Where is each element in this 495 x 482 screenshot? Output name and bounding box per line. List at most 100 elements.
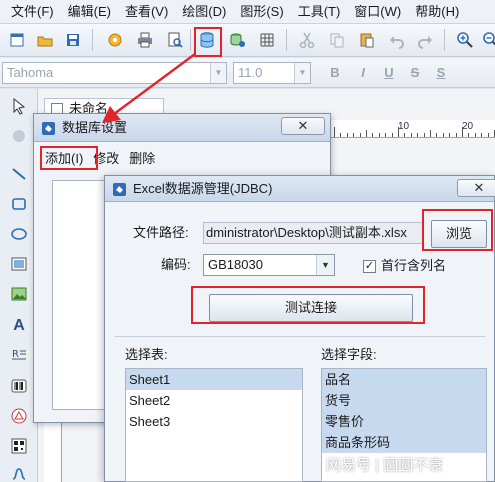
rectangle-tool-icon[interactable] (8, 193, 30, 215)
qrcode-tool-icon[interactable] (8, 435, 30, 457)
ruler-tick (468, 133, 470, 137)
encoding-label: 编码: (161, 257, 191, 272)
paste-icon[interactable] (356, 29, 378, 51)
list-item[interactable]: 商品条形码 (322, 432, 486, 453)
list-item[interactable]: 品名 (322, 369, 486, 390)
ruler-label: 10 (398, 121, 410, 132)
font-size-combo[interactable]: 11.0 ▼ (233, 62, 311, 84)
chevron-down-icon[interactable]: ▼ (210, 63, 226, 83)
select-table-label: 选择表: (125, 347, 168, 362)
strikethrough-button[interactable]: S (404, 63, 426, 83)
app-logo-icon (113, 183, 126, 196)
shape-tool-icon[interactable] (8, 405, 30, 427)
settings-icon[interactable] (104, 29, 126, 51)
open-icon[interactable] (34, 29, 56, 51)
menu-draw[interactable]: 绘图(D) (175, 1, 233, 23)
delete-button[interactable]: 删除 (124, 148, 160, 170)
underline-button[interactable]: U (378, 63, 400, 83)
menu-edit[interactable]: 编辑(E) (61, 1, 118, 23)
italic-button[interactable]: I (352, 63, 374, 83)
list-item[interactable]: Sheet1 (126, 369, 302, 390)
chevron-down-icon[interactable]: ▼ (316, 255, 334, 275)
print-icon[interactable] (134, 29, 156, 51)
format-toolbar: Tahoma ▼ 11.0 ▼ B I U S S (0, 58, 495, 88)
list-item[interactable]: 零售价 (322, 411, 486, 432)
table-list[interactable]: Sheet1 Sheet2 Sheet3 (125, 368, 303, 482)
close-icon[interactable]: ✕ (457, 179, 495, 197)
file-path-input[interactable]: dministrator\Desktop\测试副本.xlsx (203, 222, 423, 244)
ruler-tick (334, 127, 335, 137)
double-underline-button[interactable]: S (430, 63, 452, 83)
first-row-header-label: 首行含列名 (381, 258, 447, 273)
print-preview-icon[interactable] (164, 29, 186, 51)
ruler-tick (462, 127, 463, 137)
copy-icon[interactable] (326, 29, 348, 51)
menu-view[interactable]: 查看(V) (118, 1, 175, 23)
test-connection-button[interactable]: 测试连接 (209, 294, 413, 322)
zoom-out-icon[interactable] (480, 29, 495, 51)
save-icon[interactable] (62, 29, 84, 51)
ruler-tick (487, 133, 489, 137)
modify-button[interactable]: 修改 (88, 148, 124, 170)
list-item[interactable]: Sheet2 (126, 390, 302, 411)
file-path-value: dministrator\Desktop\测试副本.xlsx (206, 225, 407, 240)
font-name-combo[interactable]: Tahoma ▼ (2, 62, 227, 84)
encoding-value: GB18030 (208, 257, 263, 272)
database-icon[interactable] (196, 29, 218, 51)
menu-shape[interactable]: 图形(S) (233, 1, 290, 23)
database-settings-titlebar: 数据库设置 ✕ (34, 114, 330, 142)
image-tool-icon[interactable] (8, 253, 30, 275)
list-item[interactable]: 货号 (322, 390, 486, 411)
rich-text-tool-icon[interactable]: R (8, 343, 30, 365)
menu-window[interactable]: 窗口(W) (347, 1, 408, 23)
ruler-tick (449, 133, 451, 137)
pointer-icon[interactable] (8, 95, 30, 117)
zoom-in-icon[interactable] (454, 29, 476, 51)
font-size-value: 11.0 (238, 65, 263, 80)
menu-help[interactable]: 帮助(H) (408, 1, 466, 23)
ruler-tick (378, 133, 380, 137)
redo-icon[interactable] (414, 29, 436, 51)
text-tool-icon[interactable]: A (8, 315, 30, 337)
ruler-tick (346, 133, 348, 137)
ruler-tick (430, 130, 431, 137)
ruler-tick (442, 133, 444, 137)
list-item[interactable]: Sheet3 (126, 411, 302, 432)
ruler-tick (436, 133, 438, 137)
first-row-header-checkbox[interactable]: ✓ (363, 260, 376, 273)
grid-icon[interactable] (256, 29, 278, 51)
bold-button[interactable]: B (324, 63, 346, 83)
ruler-tick (391, 133, 393, 137)
database-settings-title: 数据库设置 (62, 120, 128, 135)
menu-bar: 文件(F) 编辑(E) 查看(V) 绘图(D) 图形(S) 工具(T) 窗口(W… (0, 0, 495, 24)
cut-icon[interactable] (296, 29, 318, 51)
add-button[interactable]: 添加(I) (40, 148, 88, 170)
database-list[interactable] (52, 180, 112, 410)
encoding-select[interactable]: GB18030 ▼ (203, 254, 335, 276)
ruler-tick (372, 133, 374, 137)
database-link-icon[interactable] (226, 29, 248, 51)
ruler-tick (423, 133, 425, 137)
database-settings-menu: 添加(I) 修改 删除 (40, 148, 160, 170)
font-name-value: Tahoma (7, 65, 54, 80)
line-tool-icon[interactable] (8, 163, 30, 185)
browse-button[interactable]: 浏览 (431, 220, 487, 248)
ruler-tick (417, 133, 419, 137)
undo-icon[interactable] (386, 29, 408, 51)
ellipse-tool-icon[interactable] (8, 223, 30, 245)
ruler-label: 20 (462, 121, 474, 132)
menu-file[interactable]: 文件(F) (4, 1, 61, 23)
chevron-down-icon[interactable]: ▼ (294, 63, 310, 83)
ruler-tick (366, 130, 367, 137)
menu-tools[interactable]: 工具(T) (291, 1, 348, 23)
rotate-icon[interactable] (8, 125, 30, 147)
barcode-tool-icon[interactable] (8, 375, 30, 397)
ruler-tick (340, 133, 342, 137)
picture-tool-icon[interactable] (8, 283, 30, 305)
close-icon[interactable]: ✕ (281, 117, 325, 135)
new-icon[interactable] (6, 29, 28, 51)
horizontal-ruler: 10 20 (330, 120, 495, 138)
curve-tool-icon[interactable] (8, 463, 30, 482)
ruler-tick (385, 133, 387, 137)
ruler-tick (410, 133, 412, 137)
